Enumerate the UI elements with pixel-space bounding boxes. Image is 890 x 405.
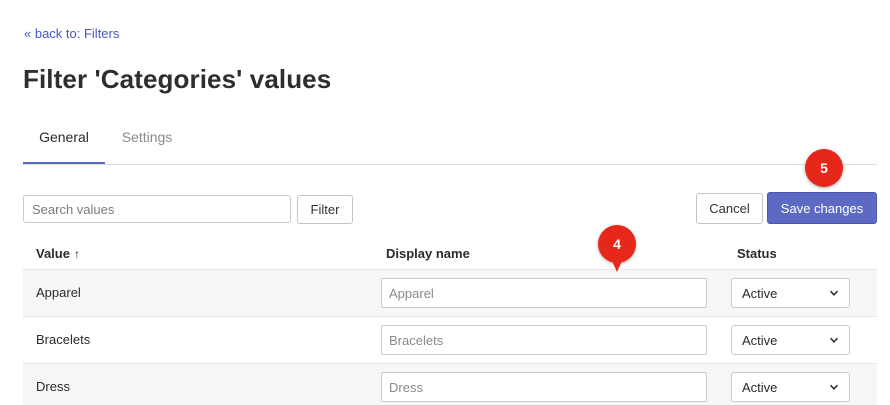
column-header-display-name: Display name xyxy=(386,246,470,261)
display-name-input[interactable] xyxy=(381,372,707,402)
chevron-down-icon xyxy=(829,290,839,296)
back-to-filters-link[interactable]: « back to: Filters xyxy=(24,26,119,41)
display-name-input[interactable] xyxy=(381,325,707,355)
sort-ascending-icon: ↑ xyxy=(73,247,80,261)
page-title: Filter 'Categories' values xyxy=(23,64,332,94)
column-header-status: Status xyxy=(737,246,777,261)
table-row: Apparel Active xyxy=(23,269,877,316)
column-header-value-label: Value xyxy=(36,246,70,261)
row-value: Apparel xyxy=(36,285,81,300)
status-select[interactable]: Active xyxy=(731,325,850,355)
step-5-badge: 5 xyxy=(805,149,843,187)
step-4-badge: 4 xyxy=(598,225,636,272)
row-value: Bracelets xyxy=(36,332,91,347)
filter-values-page: « back to: Filters Filter 'Categories' v… xyxy=(0,0,890,405)
chevron-down-icon xyxy=(829,384,839,390)
display-name-input[interactable] xyxy=(381,278,707,308)
status-select-value: Active xyxy=(742,332,778,348)
chevron-down-icon xyxy=(829,337,839,343)
status-select[interactable]: Active xyxy=(731,278,850,308)
status-select[interactable]: Active xyxy=(731,372,850,402)
tab-general[interactable]: General xyxy=(23,118,105,164)
tab-bar: General Settings xyxy=(23,118,877,165)
search-values-input[interactable] xyxy=(23,195,291,223)
table-row: Dress Active xyxy=(23,363,877,405)
cancel-button[interactable]: Cancel xyxy=(696,193,763,224)
column-header-value[interactable]: Value ↑ xyxy=(36,246,80,261)
filter-button[interactable]: Filter xyxy=(297,195,353,224)
status-select-value: Active xyxy=(742,379,778,395)
row-value: Dress xyxy=(36,379,70,394)
table-row: Bracelets Active xyxy=(23,316,877,363)
status-select-value: Active xyxy=(742,285,778,301)
tab-settings[interactable]: Settings xyxy=(105,118,189,162)
save-changes-button[interactable]: Save changes xyxy=(767,192,877,224)
